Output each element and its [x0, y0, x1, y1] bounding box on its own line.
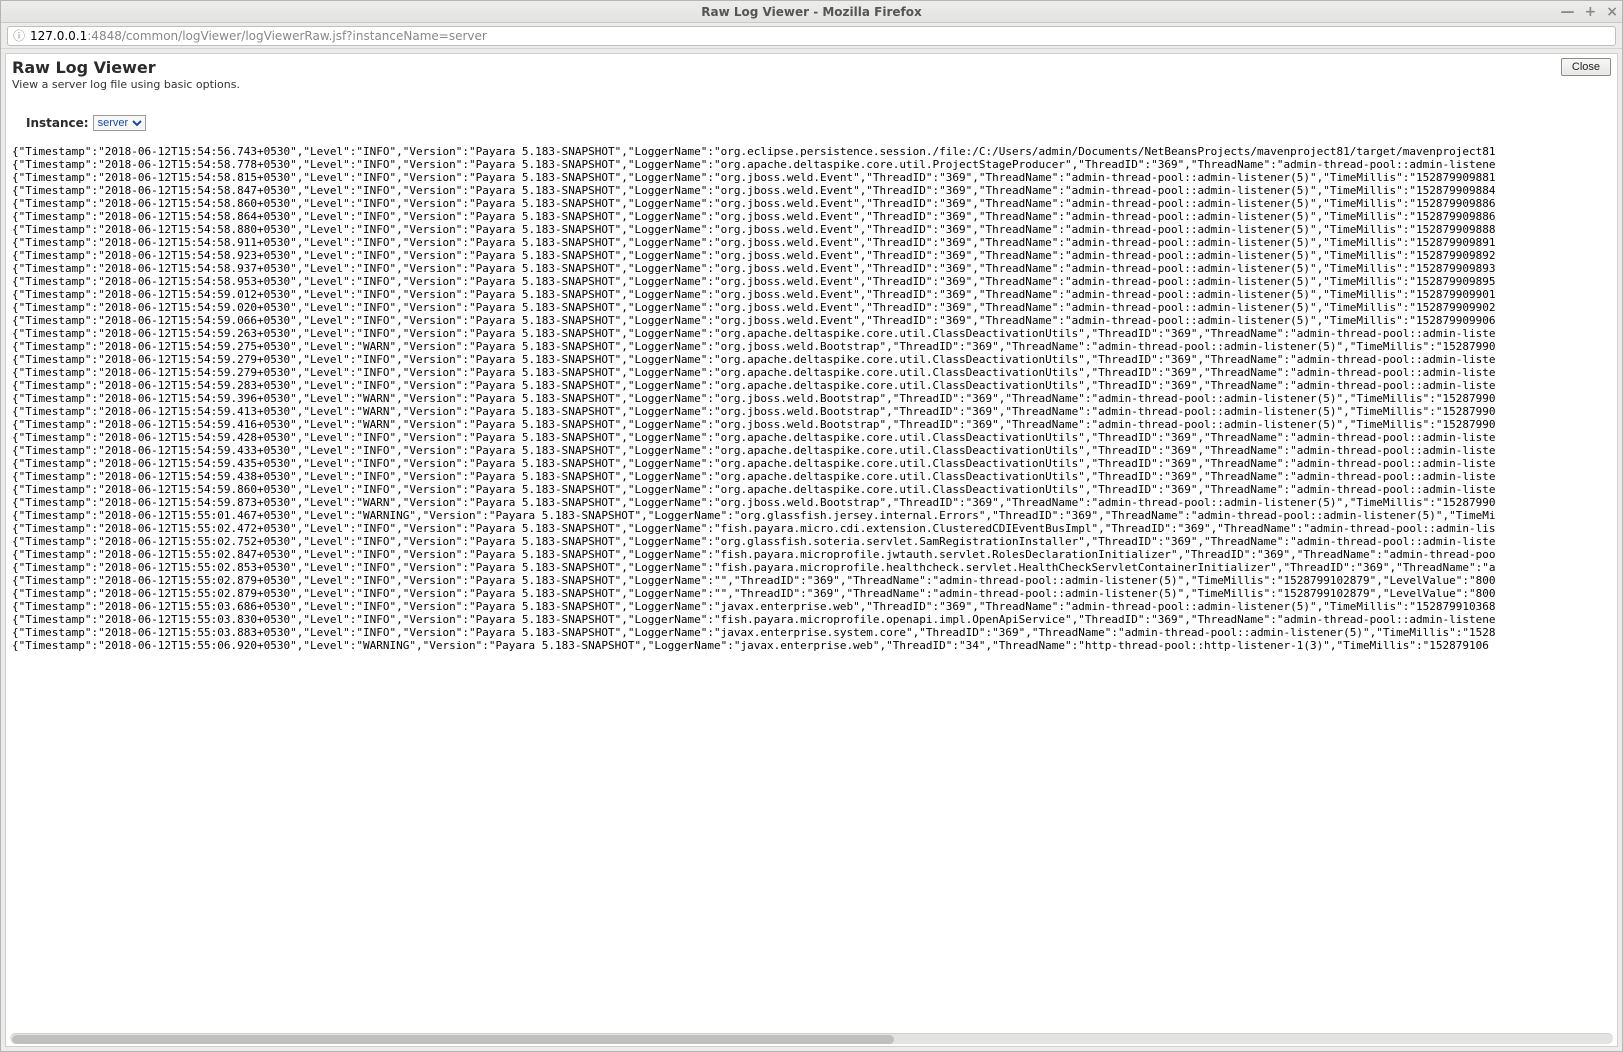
- log-line: {"Timestamp":"2018-06-12T15:54:59.279+05…: [12, 353, 1611, 366]
- log-line: {"Timestamp":"2018-06-12T15:54:59.413+05…: [12, 405, 1611, 418]
- page-header-left: Raw Log Viewer View a server log file us…: [12, 58, 240, 91]
- horizontal-scrollbar[interactable]: [10, 1033, 1613, 1044]
- log-line: {"Timestamp":"2018-06-12T15:54:59.279+05…: [12, 366, 1611, 379]
- browser-window: Raw Log Viewer - Mozilla Firefox — + × ⓘ…: [0, 0, 1623, 1052]
- log-line: {"Timestamp":"2018-06-12T15:54:59.020+05…: [12, 301, 1611, 314]
- log-line: {"Timestamp":"2018-06-12T15:54:58.923+05…: [12, 249, 1611, 262]
- log-line: {"Timestamp":"2018-06-12T15:55:03.883+05…: [12, 626, 1611, 639]
- close-icon[interactable]: ×: [1606, 4, 1618, 20]
- minimize-icon[interactable]: —: [1561, 4, 1575, 20]
- window-controls: — + ×: [1561, 1, 1618, 22]
- url-host: 127.0.0.1: [30, 29, 87, 43]
- log-line: {"Timestamp":"2018-06-12T15:54:59.860+05…: [12, 483, 1611, 496]
- log-line: {"Timestamp":"2018-06-12T15:55:06.920+05…: [12, 639, 1611, 652]
- log-line: {"Timestamp":"2018-06-12T15:55:02.853+05…: [12, 561, 1611, 574]
- log-line: {"Timestamp":"2018-06-12T15:54:58.953+05…: [12, 275, 1611, 288]
- log-line: {"Timestamp":"2018-06-12T15:54:58.847+05…: [12, 184, 1611, 197]
- page-content: Raw Log Viewer View a server log file us…: [5, 53, 1618, 1047]
- log-line: {"Timestamp":"2018-06-12T15:54:56.743+05…: [12, 145, 1611, 158]
- log-line: {"Timestamp":"2018-06-12T15:54:59.275+05…: [12, 340, 1611, 353]
- site-info-icon[interactable]: ⓘ: [12, 27, 26, 44]
- log-line: {"Timestamp":"2018-06-12T15:54:58.860+05…: [12, 197, 1611, 210]
- log-line: {"Timestamp":"2018-06-12T15:55:02.472+05…: [12, 522, 1611, 535]
- log-line: {"Timestamp":"2018-06-12T15:54:59.435+05…: [12, 457, 1611, 470]
- log-line: {"Timestamp":"2018-06-12T15:54:59.263+05…: [12, 327, 1611, 340]
- window-titlebar: Raw Log Viewer - Mozilla Firefox — + ×: [1, 1, 1622, 23]
- url-path: :4848/common/logViewer/logViewerRaw.jsf?…: [87, 29, 487, 43]
- log-line: {"Timestamp":"2018-06-12T15:54:59.428+05…: [12, 431, 1611, 444]
- url-input[interactable]: ⓘ 127.0.0.1:4848/common/logViewer/logVie…: [7, 26, 1616, 46]
- log-line: {"Timestamp":"2018-06-12T15:55:02.879+05…: [12, 587, 1611, 600]
- log-line: {"Timestamp":"2018-06-12T15:55:01.467+05…: [12, 509, 1611, 522]
- url-text: 127.0.0.1:4848/common/logViewer/logViewe…: [30, 29, 487, 43]
- close-button[interactable]: Close: [1561, 58, 1611, 76]
- log-line: {"Timestamp":"2018-06-12T15:54:58.937+05…: [12, 262, 1611, 275]
- maximize-icon[interactable]: +: [1585, 4, 1597, 20]
- instance-select[interactable]: server: [93, 115, 146, 131]
- log-line: {"Timestamp":"2018-06-12T15:55:03.830+05…: [12, 613, 1611, 626]
- log-line: {"Timestamp":"2018-06-12T15:55:02.879+05…: [12, 574, 1611, 587]
- log-line: {"Timestamp":"2018-06-12T15:54:59.396+05…: [12, 392, 1611, 405]
- log-line: {"Timestamp":"2018-06-12T15:54:59.283+05…: [12, 379, 1611, 392]
- page-header: Raw Log Viewer View a server log file us…: [12, 58, 1611, 91]
- log-line: {"Timestamp":"2018-06-12T15:54:58.778+05…: [12, 158, 1611, 171]
- log-output[interactable]: {"Timestamp":"2018-06-12T15:54:56.743+05…: [12, 145, 1611, 1046]
- log-line: {"Timestamp":"2018-06-12T15:54:59.873+05…: [12, 496, 1611, 509]
- page-subtitle: View a server log file using basic optio…: [12, 78, 240, 91]
- window-title: Raw Log Viewer - Mozilla Firefox: [701, 5, 921, 19]
- log-line: {"Timestamp":"2018-06-12T15:54:59.066+05…: [12, 314, 1611, 327]
- log-line: {"Timestamp":"2018-06-12T15:54:58.815+05…: [12, 171, 1611, 184]
- log-line: {"Timestamp":"2018-06-12T15:55:02.752+05…: [12, 535, 1611, 548]
- log-line: {"Timestamp":"2018-06-12T15:54:58.880+05…: [12, 223, 1611, 236]
- log-line: {"Timestamp":"2018-06-12T15:54:58.864+05…: [12, 210, 1611, 223]
- log-line: {"Timestamp":"2018-06-12T15:55:02.847+05…: [12, 548, 1611, 561]
- page-title: Raw Log Viewer: [12, 58, 240, 77]
- log-line: {"Timestamp":"2018-06-12T15:54:59.012+05…: [12, 288, 1611, 301]
- instance-row: Instance: server: [12, 115, 1611, 131]
- log-line: {"Timestamp":"2018-06-12T15:54:59.433+05…: [12, 444, 1611, 457]
- log-line: {"Timestamp":"2018-06-12T15:54:59.438+05…: [12, 470, 1611, 483]
- log-line: {"Timestamp":"2018-06-12T15:54:59.416+05…: [12, 418, 1611, 431]
- instance-label: Instance:: [26, 116, 89, 130]
- log-line: {"Timestamp":"2018-06-12T15:54:58.911+05…: [12, 236, 1611, 249]
- url-bar-row: ⓘ 127.0.0.1:4848/common/logViewer/logVie…: [1, 23, 1622, 49]
- log-line: {"Timestamp":"2018-06-12T15:55:03.686+05…: [12, 600, 1611, 613]
- horizontal-scrollbar-thumb[interactable]: [12, 1035, 894, 1044]
